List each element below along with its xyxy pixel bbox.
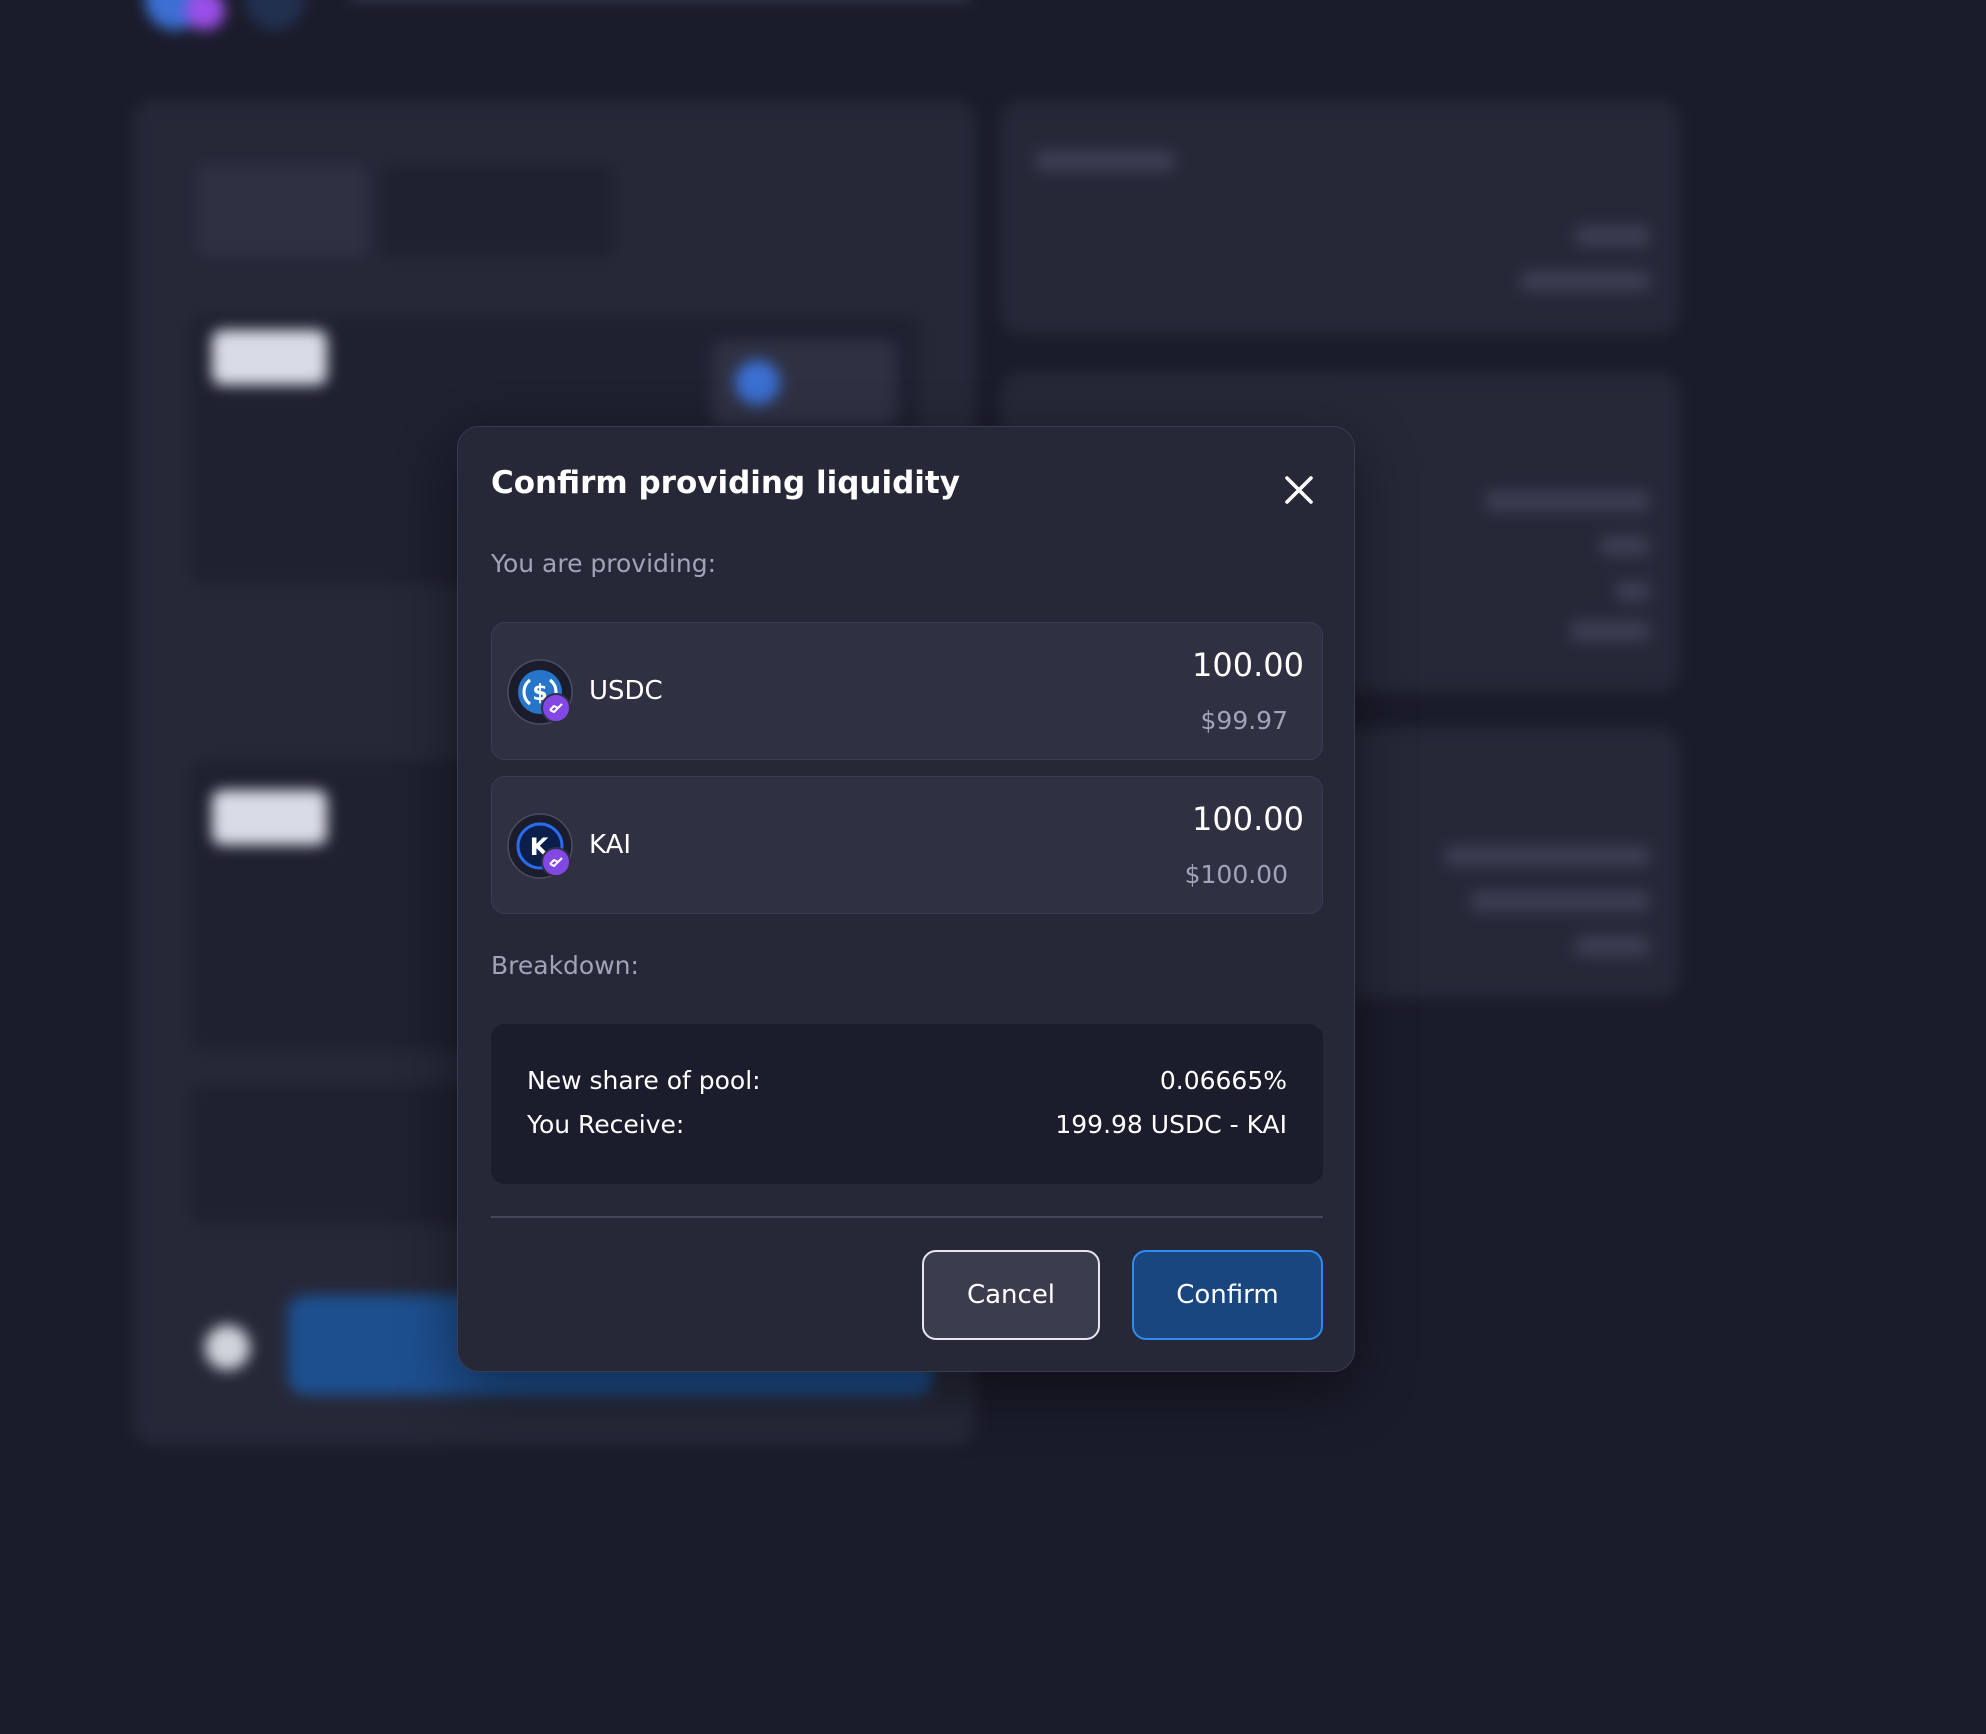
placeholder-line xyxy=(1035,150,1175,172)
token-row-kai: K KAI 100.00 $100.00 xyxy=(491,776,1323,914)
token-usd-value: $99.97 xyxy=(1200,706,1288,735)
providing-label: You are providing: xyxy=(491,549,716,578)
token-symbol: KAI xyxy=(589,830,632,860)
header-token-icon xyxy=(245,0,305,30)
right-panel-balance xyxy=(1000,100,1680,335)
cancel-button[interactable]: Cancel xyxy=(922,1250,1100,1340)
placeholder-line xyxy=(1575,225,1650,247)
receive-value: 199.98 USDC - KAI xyxy=(1055,1110,1287,1139)
input-amount xyxy=(212,330,327,385)
token-symbol: USDC xyxy=(589,676,663,706)
placeholder-line xyxy=(1485,490,1650,512)
input-amount xyxy=(212,790,327,845)
settings-icon xyxy=(205,1325,250,1370)
confirm-liquidity-dialog: Confirm providing liquidity You are prov… xyxy=(457,426,1355,1372)
placeholder-line xyxy=(1470,890,1650,912)
new-share-value: 0.06665% xyxy=(1159,1066,1287,1095)
close-button[interactable] xyxy=(1276,467,1322,513)
token-usd-value: $100.00 xyxy=(1184,860,1288,889)
usdc-coin-icon: $ xyxy=(507,659,573,725)
kai-coin-icon: K xyxy=(507,813,573,879)
tab-add xyxy=(197,165,367,257)
receive-label: You Receive: xyxy=(527,1110,685,1139)
divider xyxy=(491,1216,1323,1218)
breakdown-panel: New share of pool: 0.06665% You Receive:… xyxy=(491,1024,1323,1184)
polygon-badge-icon xyxy=(541,693,571,723)
placeholder-line xyxy=(1615,580,1650,602)
new-share-label: New share of pool: xyxy=(527,1066,761,1095)
placeholder-line xyxy=(1575,935,1650,957)
placeholder-line xyxy=(1520,270,1650,292)
placeholder-line xyxy=(1570,620,1650,642)
placeholder-line xyxy=(1445,845,1650,867)
dialog-title: Confirm providing liquidity xyxy=(491,465,960,501)
close-icon xyxy=(1285,476,1313,504)
breakdown-label: Breakdown: xyxy=(491,951,639,980)
token-amount: 100.00 xyxy=(1192,800,1304,838)
polygon-badge-icon xyxy=(541,847,571,877)
header-token-icon xyxy=(185,0,225,30)
token-selector-icon xyxy=(735,360,780,405)
token-amount: 100.00 xyxy=(1192,646,1304,684)
tab-remove xyxy=(380,165,615,257)
placeholder-line xyxy=(1600,535,1650,557)
token-row-usdc: $ USDC 100.00 $99.97 xyxy=(491,622,1323,760)
confirm-button[interactable]: Confirm xyxy=(1132,1250,1323,1340)
